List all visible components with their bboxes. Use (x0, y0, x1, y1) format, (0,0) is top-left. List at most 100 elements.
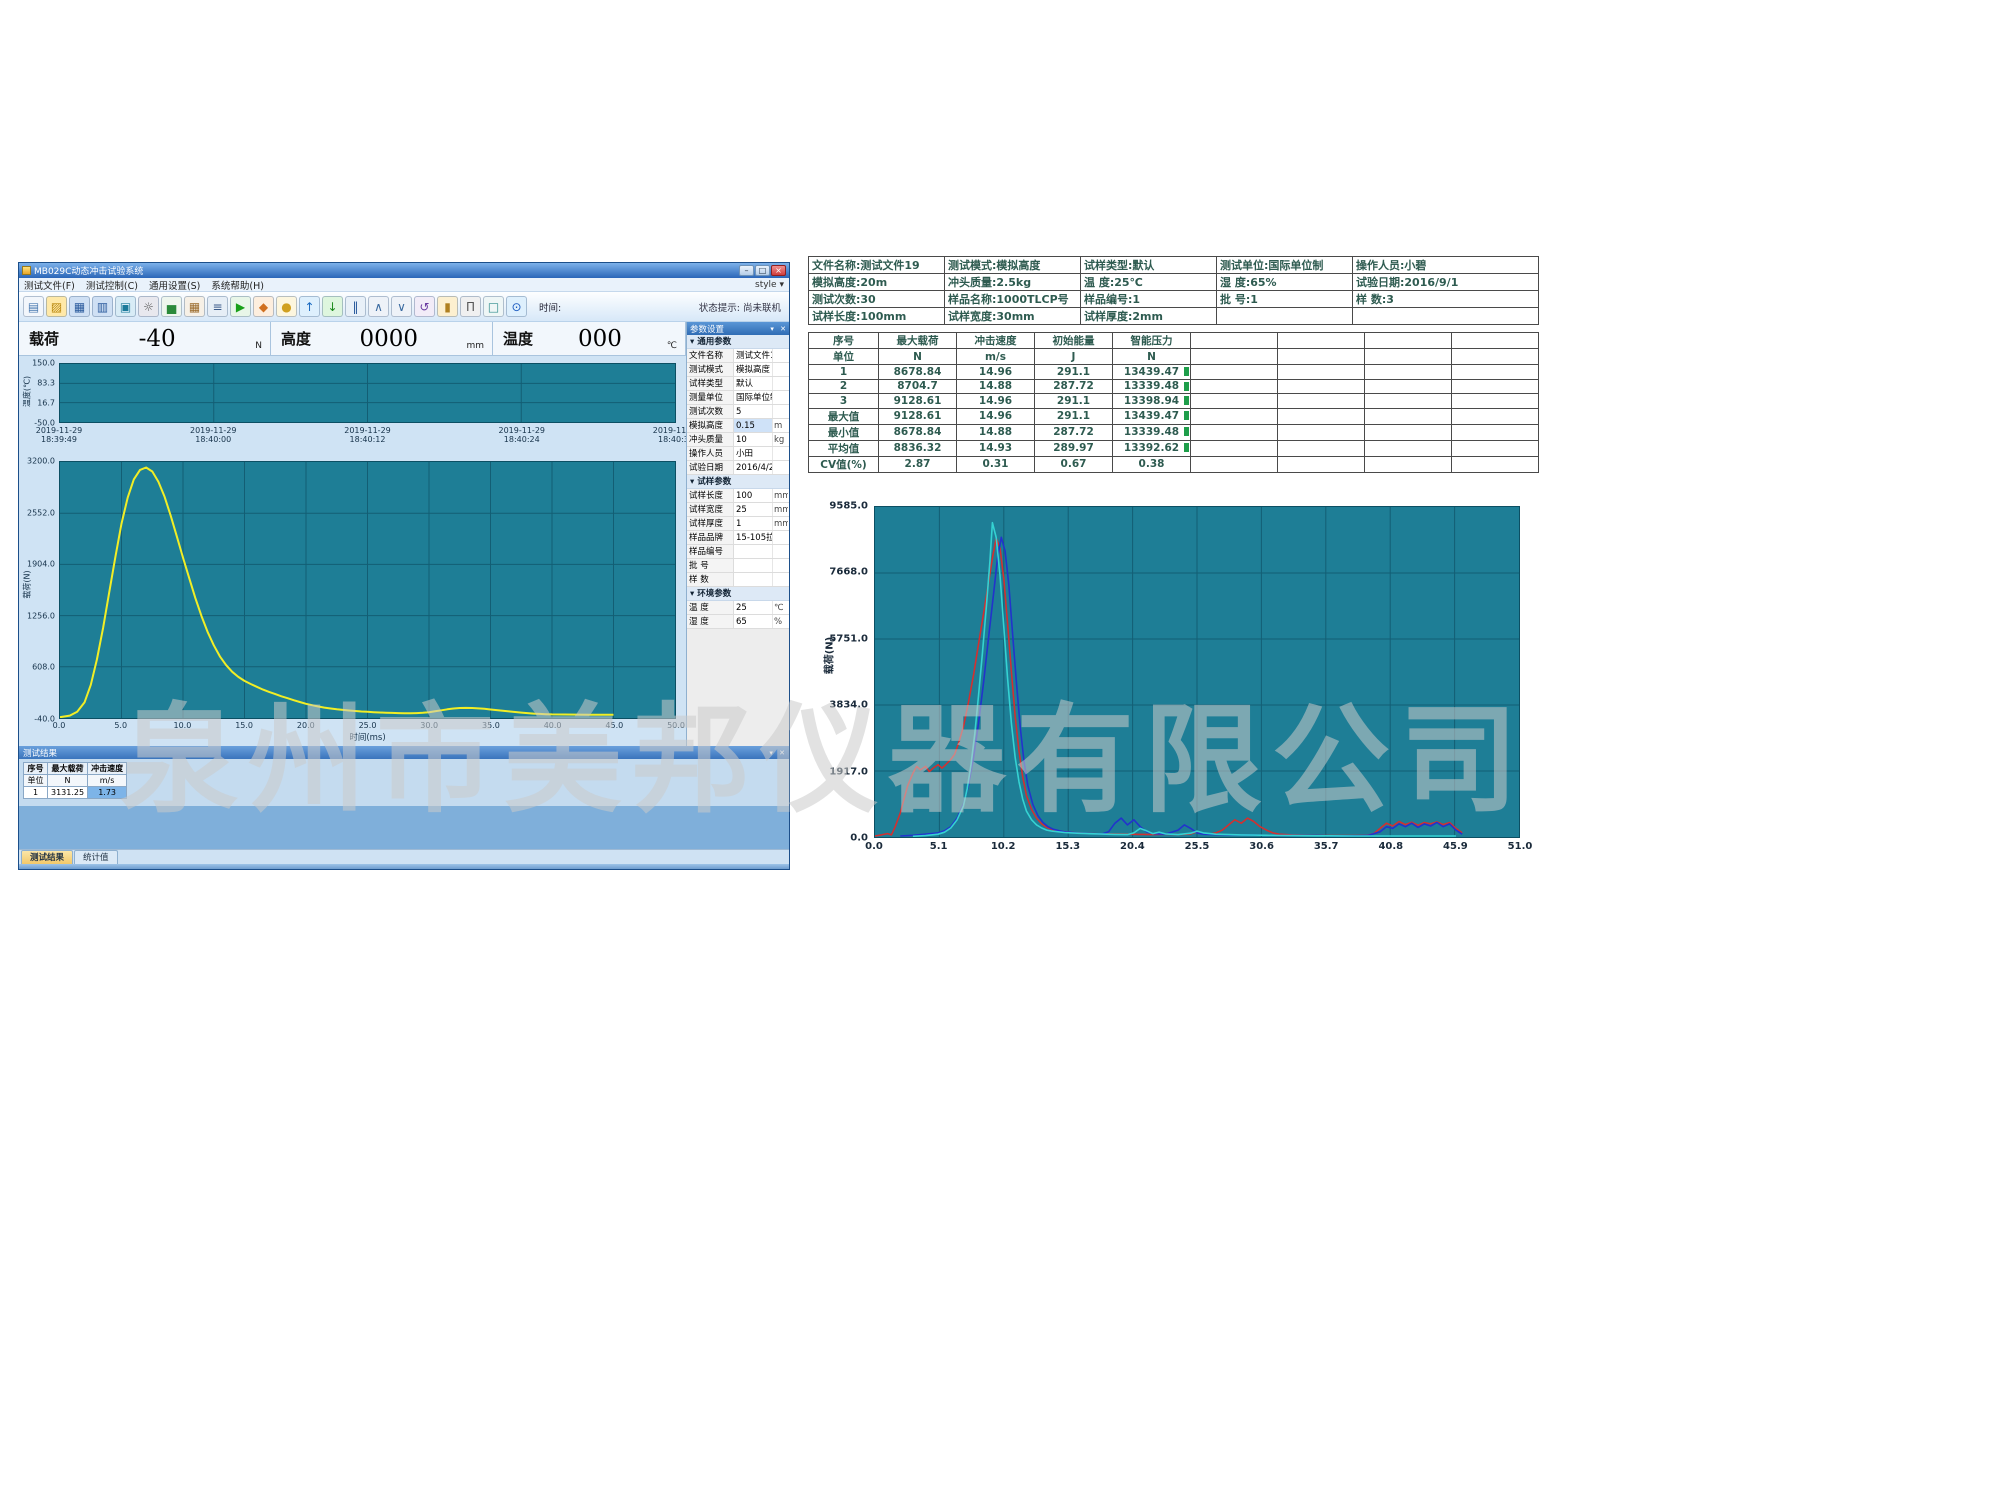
param-value[interactable]: 5 (734, 405, 773, 418)
param-row[interactable]: 样 数 (687, 573, 790, 587)
param-section-header[interactable]: ▾ 环境参数 (687, 587, 790, 601)
chevron-up-icon[interactable]: ∧ (368, 296, 389, 317)
param-value[interactable]: 模拟高度 (734, 363, 773, 376)
calculator-icon[interactable]: ≡ (207, 296, 228, 317)
report-cell (1452, 349, 1539, 365)
save-all-icon[interactable]: ▥ (92, 296, 113, 317)
monitor-icon[interactable]: ▣ (115, 296, 136, 317)
param-row[interactable]: 样品品牌15-105拉伸用 (687, 531, 790, 545)
close-panel-icon[interactable]: ✕ (780, 325, 788, 333)
param-value[interactable] (734, 545, 773, 558)
param-row[interactable]: 模拟高度0.15m (687, 419, 790, 433)
param-value[interactable]: 默认 (734, 377, 773, 390)
param-section-header[interactable]: ▾ 通用参数 (687, 335, 790, 349)
play-icon[interactable]: ▶ (230, 296, 251, 317)
report-chart-plot[interactable] (874, 506, 1520, 838)
report-chart: 载荷(N) 9585.07668.05751.03834.01917.00.0 … (808, 488, 1538, 862)
param-value[interactable]: 25 (734, 601, 773, 614)
report-cell (1278, 365, 1365, 380)
tick-label: 51.0 (1508, 842, 1533, 851)
param-value[interactable]: 25 (734, 503, 773, 516)
param-row[interactable]: 试样长度100mm (687, 489, 790, 503)
tab-0[interactable]: 测试结果 (21, 850, 73, 864)
report-info-cell (1217, 308, 1353, 325)
param-row[interactable]: 操作人员小田 (687, 447, 790, 461)
table-row: 模拟高度:20m冲头质量:2.5kg温 度:25℃湿 度:65%试验日期:201… (809, 274, 1539, 291)
param-row[interactable]: 测试模式模拟高度 (687, 363, 790, 377)
close-panel-icon[interactable]: ✕ (779, 749, 787, 757)
param-value[interactable] (734, 559, 773, 572)
result-cell: 最大载荷 (48, 763, 88, 775)
param-row[interactable]: 试验日期2016/4/20 (687, 461, 790, 475)
chart-icon[interactable]: ▅ (161, 296, 182, 317)
report-cell: 14.96 (957, 408, 1035, 424)
param-value[interactable]: 2016/4/20 (734, 461, 773, 474)
param-row[interactable]: 文件名称测试文件1 (687, 349, 790, 363)
tab-1[interactable]: 统计值 (74, 850, 118, 864)
new-file-icon[interactable]: ▤ (23, 296, 44, 317)
report-cell: CV值(%) (809, 456, 879, 472)
tick-label: 40.0 (544, 721, 562, 730)
tick-label: 16.7 (37, 398, 55, 407)
download-icon[interactable]: ↓ (322, 296, 343, 317)
param-value[interactable]: 国际单位制 (734, 391, 773, 404)
minimize-button[interactable]: – (739, 265, 754, 276)
tick-label: 9585.0 (829, 501, 868, 512)
param-row[interactable]: 冲头质量10kg (687, 433, 790, 447)
param-value[interactable]: 测试文件1 (734, 349, 773, 362)
grid-icon[interactable]: ▦ (184, 296, 205, 317)
gear-icon[interactable]: ☼ (138, 296, 159, 317)
param-row[interactable]: 试样厚度1mm (687, 517, 790, 531)
param-row[interactable]: 温 度25℃ (687, 601, 790, 615)
param-unit (773, 559, 788, 572)
param-value[interactable]: 15-105拉伸用 (734, 531, 773, 544)
pause-icon[interactable]: ‖ (345, 296, 366, 317)
style-selector[interactable]: style ▾ (755, 280, 784, 290)
param-row[interactable]: 湿 度65% (687, 615, 790, 629)
upload-icon[interactable]: ↑ (299, 296, 320, 317)
load-time-chart-plot[interactable] (59, 461, 676, 719)
ruler-icon[interactable]: Π (460, 296, 481, 317)
report-cell: 291.1 (1035, 365, 1113, 380)
power-icon[interactable]: ⊙ (506, 296, 527, 317)
table-row: 39128.6114.96291.113398.94 (809, 394, 1539, 409)
results-panel-header[interactable]: 测试结果 ▾ ✕ (19, 746, 790, 759)
pin-icon[interactable]: ▾ (769, 749, 775, 757)
tools-icon[interactable]: ◆ (253, 296, 274, 317)
param-value[interactable]: 65 (734, 615, 773, 628)
close-button[interactable]: × (771, 265, 786, 276)
param-value[interactable]: 100 (734, 489, 773, 502)
menu-item-3[interactable]: 系统帮助(H) (211, 281, 264, 292)
param-row[interactable]: 测量单位国际单位制 (687, 391, 790, 405)
param-row[interactable]: 测试次数5 (687, 405, 790, 419)
maximize-button[interactable]: □ (755, 265, 770, 276)
menu-item-0[interactable]: 测试文件(F) (24, 281, 75, 292)
param-row[interactable]: 试样类型默认 (687, 377, 790, 391)
pin-icon[interactable]: ▾ (770, 325, 776, 333)
chevron-down-icon[interactable]: ∨ (391, 296, 412, 317)
undo-icon[interactable]: ↺ (414, 296, 435, 317)
param-unit: % (773, 615, 788, 628)
param-value[interactable]: 0.15 (734, 419, 773, 432)
frame-icon[interactable]: □ (483, 296, 504, 317)
lock-icon[interactable]: ▮ (437, 296, 458, 317)
param-value[interactable]: 小田 (734, 447, 773, 460)
menu-item-1[interactable]: 测试控制(C) (86, 281, 138, 292)
open-file-icon[interactable]: ▨ (46, 296, 67, 317)
save-icon[interactable]: ▦ (69, 296, 90, 317)
readout-unit: ℃ (667, 341, 685, 355)
table-row: 最大值9128.6114.96291.113439.47 (809, 408, 1539, 424)
titlebar[interactable]: MB029C动态冲击试验系统 – □ × (19, 263, 789, 278)
param-row[interactable]: 试样宽度25mm (687, 503, 790, 517)
param-value[interactable]: 10 (734, 433, 773, 446)
menu-item-2[interactable]: 通用设置(S) (149, 281, 200, 292)
param-row[interactable]: 批 号 (687, 559, 790, 573)
param-row[interactable]: 样品编号 (687, 545, 790, 559)
param-value[interactable] (734, 573, 773, 586)
param-section-header[interactable]: ▾ 试样参数 (687, 475, 790, 489)
temperature-chart-plot[interactable] (59, 363, 676, 423)
probe-icon[interactable]: ● (276, 296, 297, 317)
param-panel-header[interactable]: 参数设置 ▾ ✕ (687, 322, 790, 335)
param-value[interactable]: 1 (734, 517, 773, 530)
report-cell: 287.72 (1035, 379, 1113, 394)
